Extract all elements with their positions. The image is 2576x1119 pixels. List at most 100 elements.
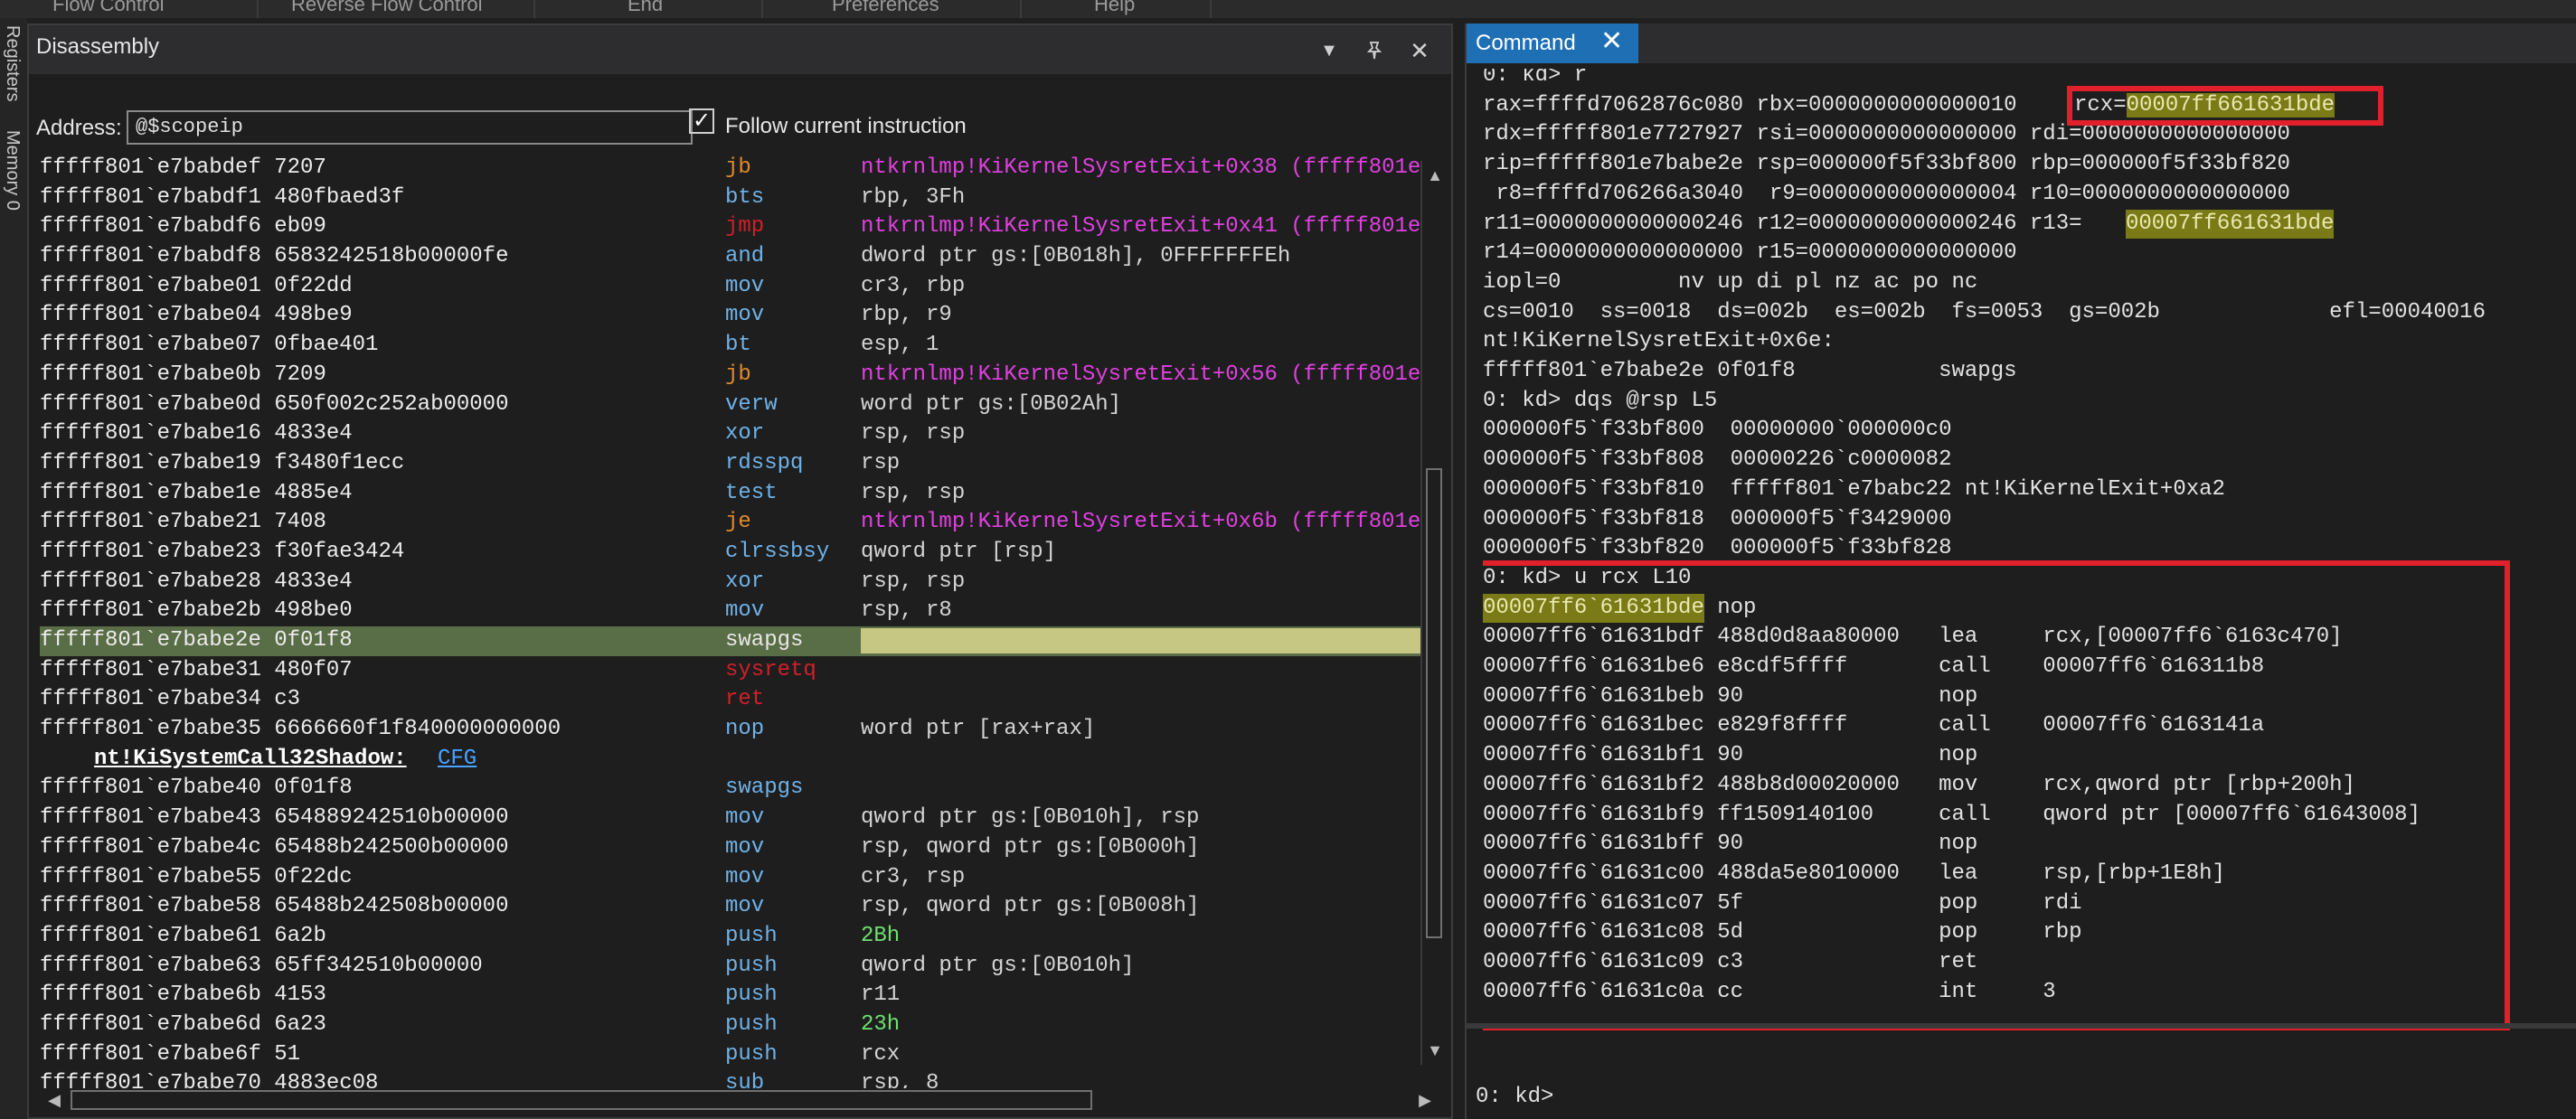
disasm-line[interactable]: fffff801`e7babe35 6666660f1f840000000000… — [40, 715, 1432, 745]
pin-icon[interactable] — [1356, 33, 1392, 69]
disasm-line[interactable]: fffff801`e7babe6d 6a23 push 23h — [40, 1011, 1432, 1040]
disasm-line[interactable]: fffff801`e7babdf1 480fbaed3f bts rbp, 3Fh — [40, 183, 1432, 213]
follow-instruction-checkbox[interactable]: ✓ — [689, 108, 714, 134]
address-input[interactable]: @$scopeip — [127, 110, 693, 145]
close-icon[interactable]: ✕ — [1401, 33, 1438, 69]
instruction-address: fffff801`e7babe6d 6a23 — [40, 1011, 326, 1037]
menu-divider — [1020, 0, 1022, 18]
command-output-line: iopl=0 nv up di pl nz ac po nc — [1483, 269, 1978, 295]
command-output-line: 000000f5`f33bf800 00000000`000000c0 — [1483, 418, 1952, 443]
disasm-line[interactable]: fffff801`e7babe43 654889242510b00000 mov q… — [40, 804, 1432, 833]
disassembly-horizontal-scrollbar[interactable]: ◀ ▶ — [43, 1088, 1436, 1112]
scroll-up-icon[interactable]: ▲ — [1424, 165, 1446, 186]
command-output-line: fffff801`e7babe2e 0f01f8 swapgs — [1483, 359, 2017, 383]
instruction-mnemonic: jb — [725, 155, 751, 180]
menu-end[interactable]: End — [627, 0, 663, 16]
scrollbar-thumb[interactable] — [71, 1090, 1092, 1110]
disasm-line[interactable]: fffff801`e7babe4c 65488b242500b00000 mov r… — [40, 833, 1432, 863]
scroll-down-icon[interactable]: ▼ — [1424, 1039, 1446, 1061]
instruction-address: fffff801`e7babe63 65ff342510b00000 — [40, 953, 483, 978]
disassemble-output-box — [1483, 560, 2510, 1030]
disasm-line[interactable]: fffff801`e7babe1e 4885e4 test rsp, rsp — [40, 479, 1432, 509]
command-output-line: r8=ffffd706266a3040 r9=0000000000000004 … — [1483, 181, 2290, 206]
instruction-operands: qword ptr gs:[0B010h] — [861, 953, 1135, 978]
disasm-line[interactable]: fffff801`e7babe55 0f22dc mov cr3, rsp — [40, 863, 1432, 893]
instruction-operands: ntkrnlmp!KiKernelSysretExit+0x56 (fffff8… — [861, 362, 1421, 387]
scrollbar-thumb[interactable] — [1426, 468, 1442, 938]
disasm-line[interactable]: fffff801`e7babe28 4833e4 xor rsp, rsp — [40, 568, 1432, 597]
current-instruction-line[interactable]: fffff801`e7babe2e 0f01f8 swapgs — [40, 626, 1421, 656]
instruction-operands: rsp, qword ptr gs:[0B008h] — [861, 894, 1200, 919]
command-output-line: rip=fffff801e7babe2e rsp=000000f5f33bf80… — [1483, 152, 2290, 177]
instruction-address: fffff801`e7babe43 654889242510b00000 — [40, 805, 509, 831]
disasm-line[interactable]: fffff801`e7babe07 0fbae401 bt esp, 1 — [40, 331, 1432, 361]
disasm-line[interactable]: fffff801`e7babdf8 6583242518b00000fe and d… — [40, 242, 1432, 272]
disasm-line[interactable]: fffff801`e7babe2b 498be0 mov rsp, r8 — [40, 597, 1432, 626]
rcx-highlight-box — [2067, 85, 2383, 126]
instruction-mnemonic: push — [725, 1011, 778, 1037]
instruction-operands: rcx — [861, 1041, 901, 1067]
instruction-operands: rbp, 3Fh — [861, 184, 966, 210]
disasm-line[interactable]: fffff801`e7babe40 0f01f8 swapgs — [40, 774, 1432, 804]
menu-help[interactable]: Help — [1094, 0, 1135, 16]
address-label: Address: — [36, 116, 122, 140]
instruction-address: fffff801`e7babe21 7408 — [40, 510, 326, 535]
tab-command[interactable]: Command ✕ — [1467, 24, 1638, 63]
disasm-line[interactable]: fffff801`e7babe6b 4153 push r11 — [40, 981, 1432, 1011]
menu-reverse-flow-control[interactable]: Reverse Flow Control — [291, 0, 483, 16]
instruction-address: fffff801`e7babe34 c3 — [40, 687, 301, 712]
registers-tab[interactable]: Registers — [2, 25, 23, 101]
memory-tab[interactable]: Memory 0 — [2, 130, 23, 211]
disasm-line[interactable]: fffff801`e7babe0b 7209 jb ntkrnlmp!KiKerne… — [40, 361, 1432, 390]
disasm-line[interactable]: nt!KiSystemCall32Shadow: CFG — [40, 745, 1432, 775]
instruction-address: fffff801`e7babe23 f30fae3424 — [40, 539, 405, 564]
disasm-line[interactable]: fffff801`e7babdef 7207 jb ntkrnlmp!KiKerne… — [40, 154, 1432, 183]
instruction-address: fffff801`e7babe4c 65488b242500b00000 — [40, 834, 509, 860]
menu-flow-control[interactable]: Flow Control — [52, 0, 164, 16]
menu-preferences[interactable]: Preferences — [832, 0, 939, 16]
disasm-line[interactable]: fffff801`e7babe04 498be9 mov rbp, r9 — [40, 301, 1432, 331]
disasm-line[interactable]: fffff801`e7babe58 65488b242508b00000 mov r… — [40, 892, 1432, 922]
instruction-mnemonic: xor — [725, 569, 765, 594]
instruction-address: fffff801`e7babe0b 7209 — [40, 362, 326, 387]
disassembly-vertical-scrollbar[interactable]: ▲ ▼ — [1420, 161, 1448, 1065]
instruction-mnemonic: verw — [725, 391, 778, 417]
disasm-line[interactable]: fffff801`e7babe63 65ff342510b00000 push qw… — [40, 952, 1432, 982]
disasm-line[interactable]: fffff801`e7babe34 c3 ret — [40, 685, 1432, 715]
command-splitter[interactable] — [1467, 1023, 2576, 1029]
instruction-mnemonic: je — [725, 510, 751, 535]
instruction-mnemonic: mov — [725, 894, 765, 919]
command-output-line: 0: kd> r — [1483, 69, 1588, 88]
disasm-line[interactable]: fffff801`e7babe6f 51 push rcx — [40, 1040, 1432, 1070]
instruction-address: fffff801`e7babe35 6666660f1f840000000000 — [40, 717, 561, 742]
close-icon[interactable]: ✕ — [1600, 25, 1623, 57]
disasm-line[interactable]: fffff801`e7babe01 0f22dd mov cr3, rbp — [40, 272, 1432, 302]
instruction-mnemonic: xor — [725, 421, 765, 447]
disasm-line[interactable]: fffff801`e7babe61 6a2b push 2Bh — [40, 922, 1432, 952]
instruction-operands: 23h — [861, 1011, 901, 1037]
disasm-line[interactable]: fffff801`e7babe21 7408 je ntkrnlmp!KiKerne… — [40, 508, 1432, 538]
menu-divider — [533, 0, 535, 18]
menu-divider — [761, 0, 763, 18]
disasm-line[interactable]: fffff801`e7babdf6 eb09 jmp ntkrnlmp!KiKern… — [40, 212, 1432, 242]
instruction-address: fffff801`e7babe6b 4153 — [40, 983, 326, 1008]
disasm-line[interactable]: fffff801`e7babe19 f3480f1ecc rdsspq rsp — [40, 449, 1432, 479]
disasm-line[interactable]: fffff801`e7babe23 f30fae3424 clrssbsy qwor… — [40, 538, 1432, 568]
cfg-link[interactable]: CFG — [438, 745, 477, 775]
disasm-line[interactable]: fffff801`e7babe0d 650f002c252ab00000 verw… — [40, 390, 1432, 420]
instruction-operands: r11 — [861, 983, 901, 1008]
command-output-line: r14=0000000000000000 r15=000000000000000… — [1483, 240, 2017, 266]
disassembly-title-bar: Disassembly ▼ ✕ — [29, 25, 1451, 74]
disasm-line[interactable]: fffff801`e7babe16 4833e4 xor rsp, rsp — [40, 419, 1432, 449]
scroll-left-icon[interactable]: ◀ — [43, 1088, 65, 1112]
disasm-line[interactable]: fffff801`e7babe31 480f07 sysretq — [40, 656, 1432, 686]
instruction-mnemonic: and — [725, 244, 765, 269]
instruction-mnemonic: mov — [725, 273, 765, 298]
command-input[interactable] — [1553, 1081, 2566, 1115]
r13-value: 00007ff661631bde — [2126, 209, 2335, 240]
instruction-mnemonic: bt — [725, 333, 751, 358]
instruction-address: fffff801`e7babe40 0f01f8 — [40, 776, 353, 801]
instruction-mnemonic: push — [725, 953, 778, 978]
dropdown-arrow-icon[interactable]: ▼ — [1311, 33, 1347, 69]
scroll-right-icon[interactable]: ▶ — [1414, 1088, 1436, 1112]
